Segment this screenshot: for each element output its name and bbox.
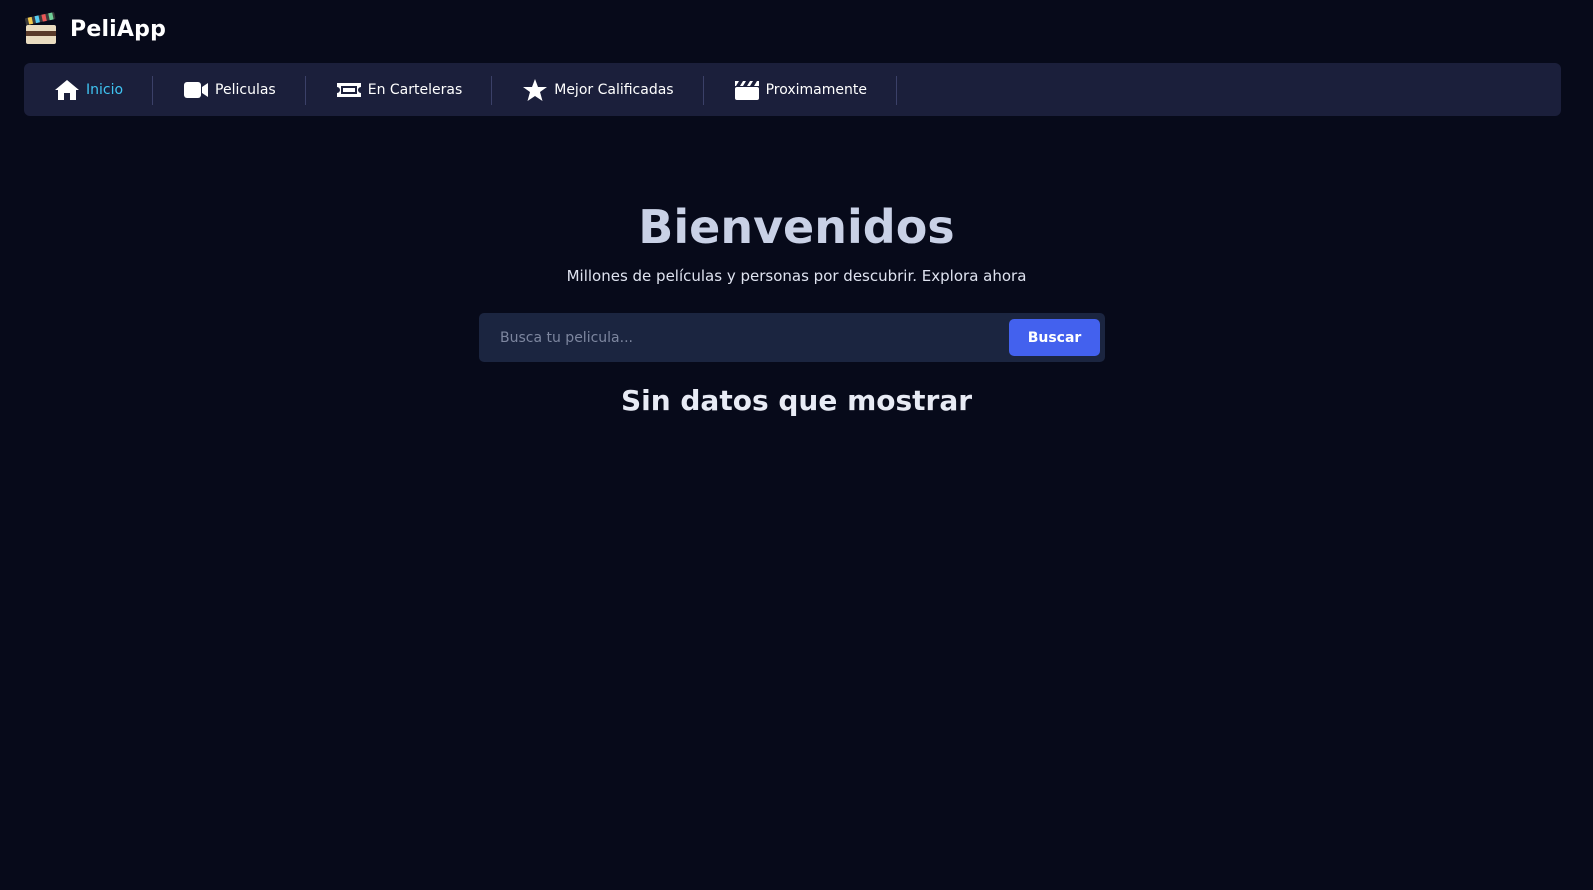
clapperboard-icon <box>24 12 56 44</box>
home-icon <box>54 79 80 101</box>
empty-results-message: Sin datos que mostrar <box>620 384 973 417</box>
nav-item-mejor-calificadas[interactable]: Mejor Calificadas <box>492 63 704 116</box>
nav-item-proximamente[interactable]: Proximamente <box>704 63 898 116</box>
clapperboard-icon <box>734 79 760 101</box>
nav-item-label: Mejor Calificadas <box>554 81 674 98</box>
video-camera-icon <box>183 79 209 101</box>
brand-name: PeliApp <box>70 16 167 42</box>
brand[interactable]: PeliApp <box>24 12 166 46</box>
search-bar: Buscar <box>479 313 1105 362</box>
page-subtitle: Millones de películas y personas por des… <box>566 267 1027 285</box>
nav-item-peliculas[interactable]: Peliculas <box>153 63 306 116</box>
page-title: Bienvenidos <box>638 200 955 254</box>
nav-item-label: Peliculas <box>215 81 276 98</box>
nav-item-inicio[interactable]: Inicio <box>24 63 154 116</box>
star-icon <box>522 78 548 101</box>
nav-item-en-carteleras[interactable]: En Carteleras <box>306 63 493 116</box>
nav-item-label: En Carteleras <box>367 81 463 98</box>
ticket-icon <box>336 79 362 101</box>
nav-item-label: Proximamente <box>765 81 867 98</box>
nav-item-label: Inicio <box>86 81 124 98</box>
search-button[interactable]: Buscar <box>1009 319 1100 356</box>
main-navbar: Inicio Peliculas En Carteleras Mejor Cal… <box>24 63 1561 116</box>
search-input[interactable] <box>500 318 1009 357</box>
